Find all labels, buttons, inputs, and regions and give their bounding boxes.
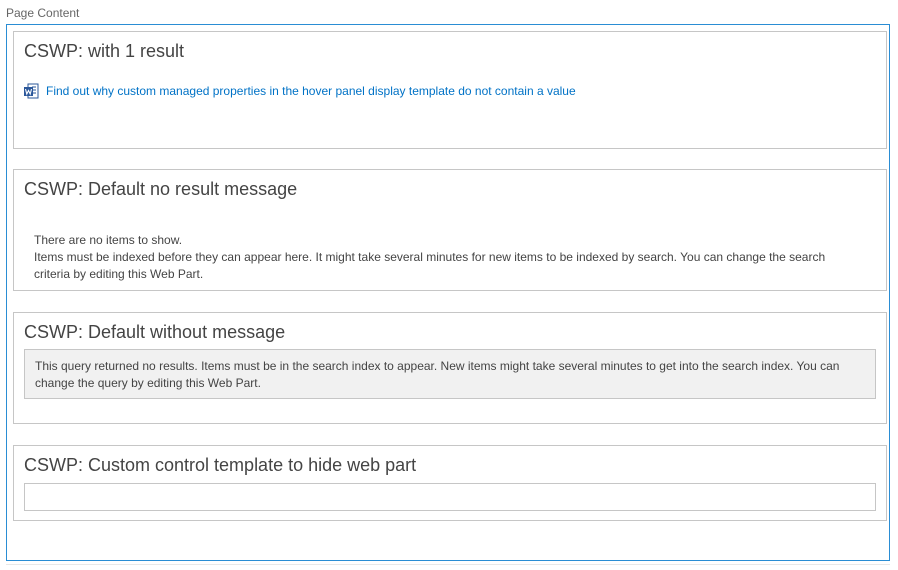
- webpart-custom-control-template: CSWP: Custom control template to hide we…: [13, 445, 887, 521]
- webpart-title: CSWP: Custom control template to hide we…: [24, 455, 417, 475]
- query-no-results-box: This query returned no results. Items mu…: [24, 349, 876, 399]
- empty-results-container: [24, 483, 876, 511]
- search-result-item[interactable]: Find out why custom managed properties i…: [24, 83, 576, 99]
- webpart-default-no-result-message: CSWP: Default no result message There ar…: [13, 169, 887, 291]
- webpart-with-one-result: CSWP: with 1 result Find out why custom …: [13, 31, 887, 149]
- page-content-label: Page Content: [6, 6, 80, 20]
- webpart-default-without-message: CSWP: Default without message This query…: [13, 312, 887, 424]
- no-results-line-2: Items must be indexed before they can ap…: [34, 250, 826, 281]
- page-content-zone: CSWP: with 1 result Find out why custom …: [6, 24, 890, 561]
- webpart-title: CSWP: with 1 result: [24, 41, 185, 61]
- word-document-icon: [24, 83, 39, 99]
- no-results-line-1: There are no items to show.: [34, 233, 183, 247]
- webpart-title: CSWP: Default no result message: [24, 179, 298, 199]
- page-bottom-divider: [6, 564, 890, 570]
- webpart-title: CSWP: Default without message: [24, 322, 286, 342]
- no-results-message: There are no items to show. Items must b…: [34, 232, 864, 283]
- search-result-link[interactable]: Find out why custom managed properties i…: [46, 84, 576, 98]
